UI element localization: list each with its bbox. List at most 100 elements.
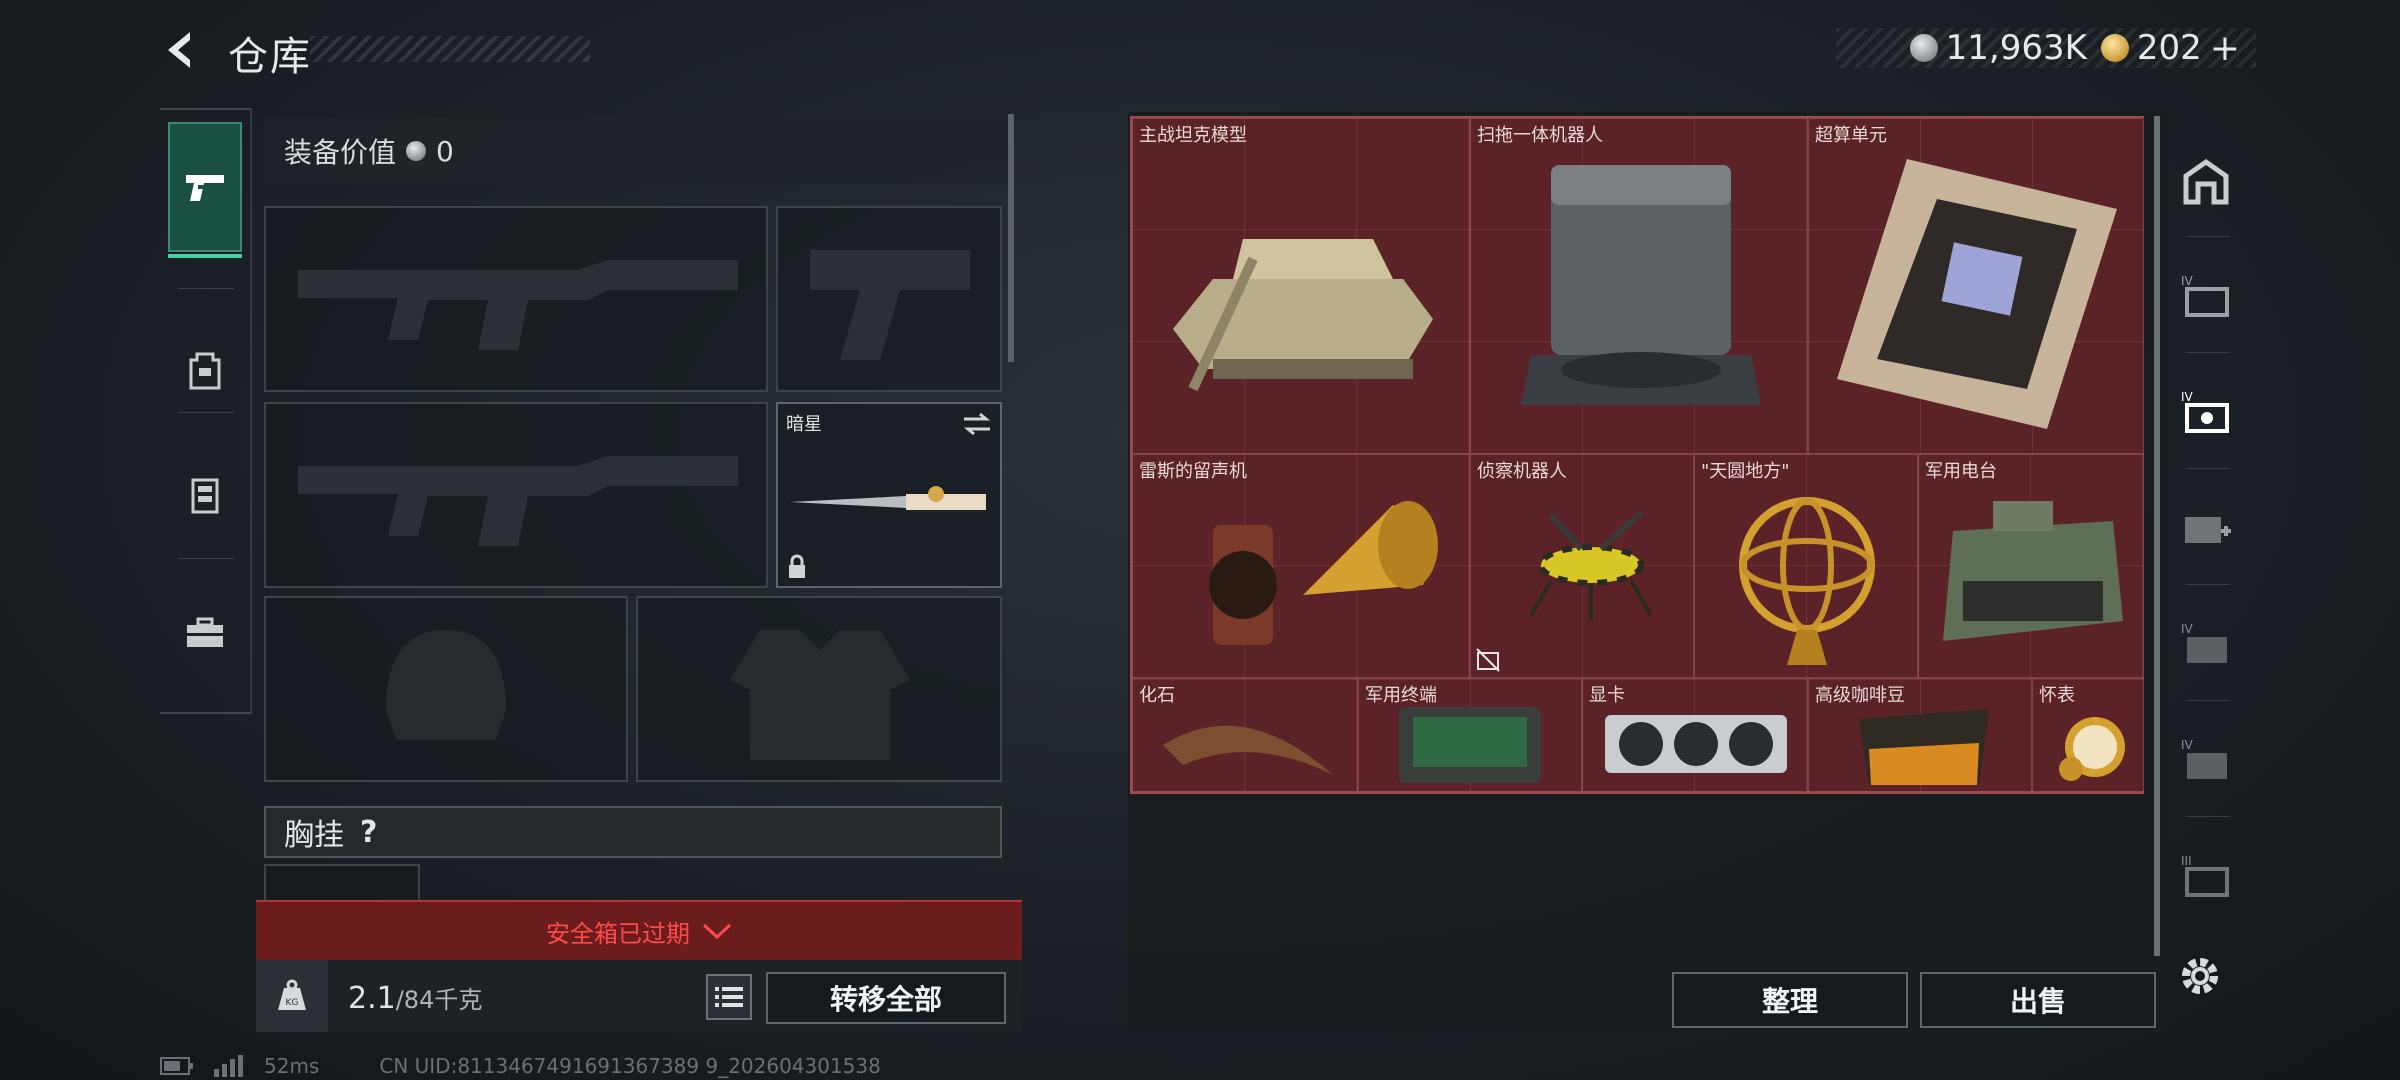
transfer-all-button[interactable]: 转移全部 (766, 972, 1006, 1024)
tab-vest[interactable] (168, 430, 242, 560)
divider (178, 288, 234, 289)
storage-iv-icon: IV (2181, 622, 2227, 663)
gold-currency[interactable]: 202 + (2100, 28, 2240, 69)
medkit-icon (2185, 517, 2231, 543)
item-tank-model[interactable]: 主战坦克模型 (1132, 118, 1470, 454)
item-label: 超算单元 (1815, 125, 1887, 146)
radio-icon (1943, 501, 2123, 641)
safebox-expired-banner[interactable]: 安全箱已过期 (256, 900, 1022, 960)
tab-backpack[interactable] (168, 306, 242, 436)
coffee-bag-icon (1859, 709, 1989, 785)
item-military-terminal[interactable]: 军用终端 (1358, 678, 1582, 792)
item-graphics-card[interactable]: 显卡 (1582, 678, 1808, 792)
vest-icon (191, 478, 219, 514)
equipment-value: 装备价值 0 (264, 118, 1008, 184)
svg-text:III: III (2181, 854, 2192, 868)
item-label: 化石 (1139, 685, 1175, 706)
pistol-icon (186, 175, 224, 201)
item-label: 扫拖一体机器人 (1477, 125, 1603, 146)
kg-weight-icon: KG (278, 979, 306, 1010)
storage-tab-6[interactable]: III (2176, 836, 2236, 916)
rifle-silhouette-icon (298, 260, 738, 350)
svg-text:IV: IV (2181, 622, 2194, 636)
help-icon[interactable]: ? (360, 815, 377, 850)
helmet-silhouette-icon (386, 630, 506, 740)
no-trade-icon (1476, 648, 1500, 672)
storage-tab-3[interactable] (2176, 488, 2236, 568)
currency-bar: 11,963K 202 + (1836, 28, 2256, 69)
divider (178, 558, 234, 559)
fossil-claw-icon (1163, 725, 1333, 775)
circuit-board-icon (1837, 159, 2117, 429)
storage-scrollbar[interactable] (2154, 116, 2160, 956)
gear-icon (2182, 958, 2218, 994)
storage-iv-icon: III (2181, 854, 2229, 897)
chest-rig-label: 胸挂 (284, 818, 344, 853)
right-storage-rail: IV IV IV IV III (2168, 112, 2236, 992)
storage-tab-home[interactable] (2176, 142, 2236, 222)
chevron-down-icon (702, 923, 732, 940)
secondary-weapon-slot[interactable] (264, 402, 768, 588)
tab-weapons[interactable] (168, 122, 242, 258)
storage-iv-icon: IV (2181, 390, 2229, 433)
item-pocket-watch[interactable]: 怀表 (2032, 678, 2144, 792)
sell-button[interactable]: 出售 (1920, 972, 2156, 1028)
item-gramophone[interactable]: 雷斯的留声机 (1132, 454, 1470, 678)
item-label: 主战坦克模型 (1139, 125, 1247, 146)
chest-rig-slot[interactable] (264, 864, 420, 904)
item-robot-vacuum[interactable]: 扫拖一体机器人 (1470, 118, 1808, 454)
user-uid: CN UID:8113467491691367389 9_20260430153… (379, 1054, 881, 1078)
settings-button[interactable] (2176, 952, 2224, 1000)
item-supercomputing-unit[interactable]: 超算单元 (1808, 118, 2144, 454)
primary-weapon-slot[interactable] (264, 206, 768, 392)
melee-slot[interactable]: 暗星 (776, 402, 1002, 588)
svg-text:IV: IV (2181, 390, 2194, 404)
home-icon (2183, 158, 2229, 205)
svg-text:KG: KG (286, 998, 299, 1008)
divider (2186, 468, 2230, 469)
equipment-scrollbar[interactable] (1008, 114, 1014, 362)
gramophone-icon (1209, 501, 1438, 645)
item-label: "天圆地方" (1701, 461, 1790, 482)
list-view-button[interactable] (706, 974, 752, 1020)
title-decoration (310, 36, 590, 62)
weight-readout: 2.1/84千克 (348, 980, 482, 1016)
add-currency-button[interactable]: + (2210, 28, 2240, 69)
item-premium-coffee-beans[interactable]: 高级咖啡豆 (1808, 678, 2032, 792)
item-recon-robot[interactable]: 侦察机器人 (1470, 454, 1694, 678)
silver-currency: 11,963K (1909, 28, 2087, 68)
svg-text:IV: IV (2181, 274, 2194, 288)
equipment-value-amount: 0 (436, 134, 454, 168)
divider (178, 412, 234, 413)
storage-tab-5[interactable]: IV (2176, 720, 2236, 800)
storage-iv-icon: IV (2181, 738, 2227, 779)
sort-button[interactable]: 整理 (1672, 972, 1908, 1028)
storage-iv-icon: IV (2181, 274, 2229, 317)
status-footer: 52ms CN UID:8113467491691367389 9_202604… (160, 1054, 881, 1078)
lock-icon (789, 554, 805, 578)
toolbox-icon (187, 617, 223, 647)
item-label: 显卡 (1589, 685, 1625, 706)
svg-text:IV: IV (2181, 738, 2194, 752)
signal-icon (214, 1055, 243, 1077)
robot-vacuum-icon (1521, 165, 1761, 405)
armor-slot[interactable] (636, 596, 1002, 782)
item-armillary-sphere[interactable]: "天圆地方" (1694, 454, 1918, 678)
storage-tab-1[interactable]: IV (2176, 256, 2236, 336)
item-military-radio[interactable]: 军用电台 (1918, 454, 2144, 678)
page-title: 仓库 (228, 34, 312, 80)
tab-toolbox[interactable] (168, 568, 242, 698)
chevron-left-icon (168, 32, 190, 68)
storage-tab-4[interactable]: IV (2176, 604, 2236, 684)
item-fossil[interactable]: 化石 (1132, 678, 1358, 792)
swap-icon[interactable] (962, 412, 992, 436)
helmet-slot[interactable] (264, 596, 628, 782)
storage-tab-2[interactable]: IV (2176, 372, 2236, 452)
silver-coin-icon (1909, 34, 1938, 62)
rifle-silhouette-icon (298, 456, 738, 546)
pistol-slot[interactable] (776, 206, 1002, 392)
divider (2186, 700, 2230, 701)
tank-model-icon (1173, 239, 1433, 392)
knife-icon (790, 486, 986, 510)
back-button[interactable] (160, 28, 204, 72)
